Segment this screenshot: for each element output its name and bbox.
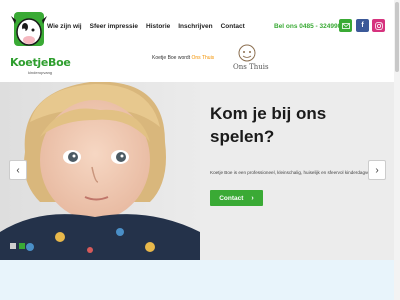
chevron-left-icon: ‹ (16, 164, 20, 176)
facebook-icon[interactable]: f (356, 19, 369, 32)
slider-dot-2[interactable] (19, 243, 25, 249)
slider-dot-1[interactable] (10, 243, 16, 249)
contact-button[interactable]: Contact › (210, 190, 263, 206)
nav-item-inschrijven[interactable]: Inschrijven (178, 23, 212, 30)
hero-photo-child (0, 82, 200, 260)
lower-section (0, 260, 400, 300)
chevron-right-icon: › (375, 164, 379, 176)
child-photo-image (0, 82, 200, 260)
envelope-icon (341, 22, 350, 29)
slider-next-button[interactable]: › (368, 160, 386, 180)
ons-thuis-logo[interactable]: Ons Thuis (229, 41, 269, 75)
nav-item-sfeer-impressie[interactable]: Sfeer impressie (90, 23, 138, 30)
contact-button-label: Contact (219, 194, 244, 202)
hero-title: Kom je bij ons spelen? (210, 104, 327, 146)
chevron-right-icon: › (251, 194, 254, 202)
scrollbar-thumb[interactable] (395, 2, 399, 72)
logo-subtitle: kinderopvang (28, 70, 53, 75)
koetje-boe-logo[interactable]: KoetjeBoe kinderopvang (6, 10, 71, 75)
nav-item-wie-zijn-wij[interactable]: Wie zijn wij (47, 23, 82, 30)
main-nav: Wie zijn wij Sfeer impressie Historie In… (47, 23, 245, 30)
ons-thuis-logo-text: Ons Thuis (233, 63, 269, 71)
slider-prev-button[interactable]: ‹ (9, 160, 27, 180)
hero-text: Koetje Boe is een professioneel, kleinsc… (210, 170, 380, 175)
slider-dots (10, 243, 25, 249)
logo-wordmark: KoetjeBoe (10, 56, 71, 69)
ons-thuis-notice: Koetje Boe wordt Ons Thuis (152, 55, 215, 61)
ons-thuis-link[interactable]: Ons Thuis (191, 55, 214, 61)
instagram-icon[interactable] (372, 19, 385, 32)
nav-item-contact[interactable]: Contact (221, 23, 245, 30)
hero-slider: Kom je bij ons spelen? Koetje Boe is een… (0, 82, 400, 260)
facebook-glyph: f (361, 22, 364, 29)
site-header: KoetjeBoe kinderopvang Wie zijn wij Sfee… (0, 0, 400, 82)
mail-icon[interactable] (339, 19, 352, 32)
nav-item-historie[interactable]: Historie (146, 23, 170, 30)
phone-link[interactable]: Bel ons 0485 - 324990 (274, 23, 341, 30)
camera-icon (374, 21, 383, 30)
page-scrollbar[interactable] (394, 0, 400, 300)
